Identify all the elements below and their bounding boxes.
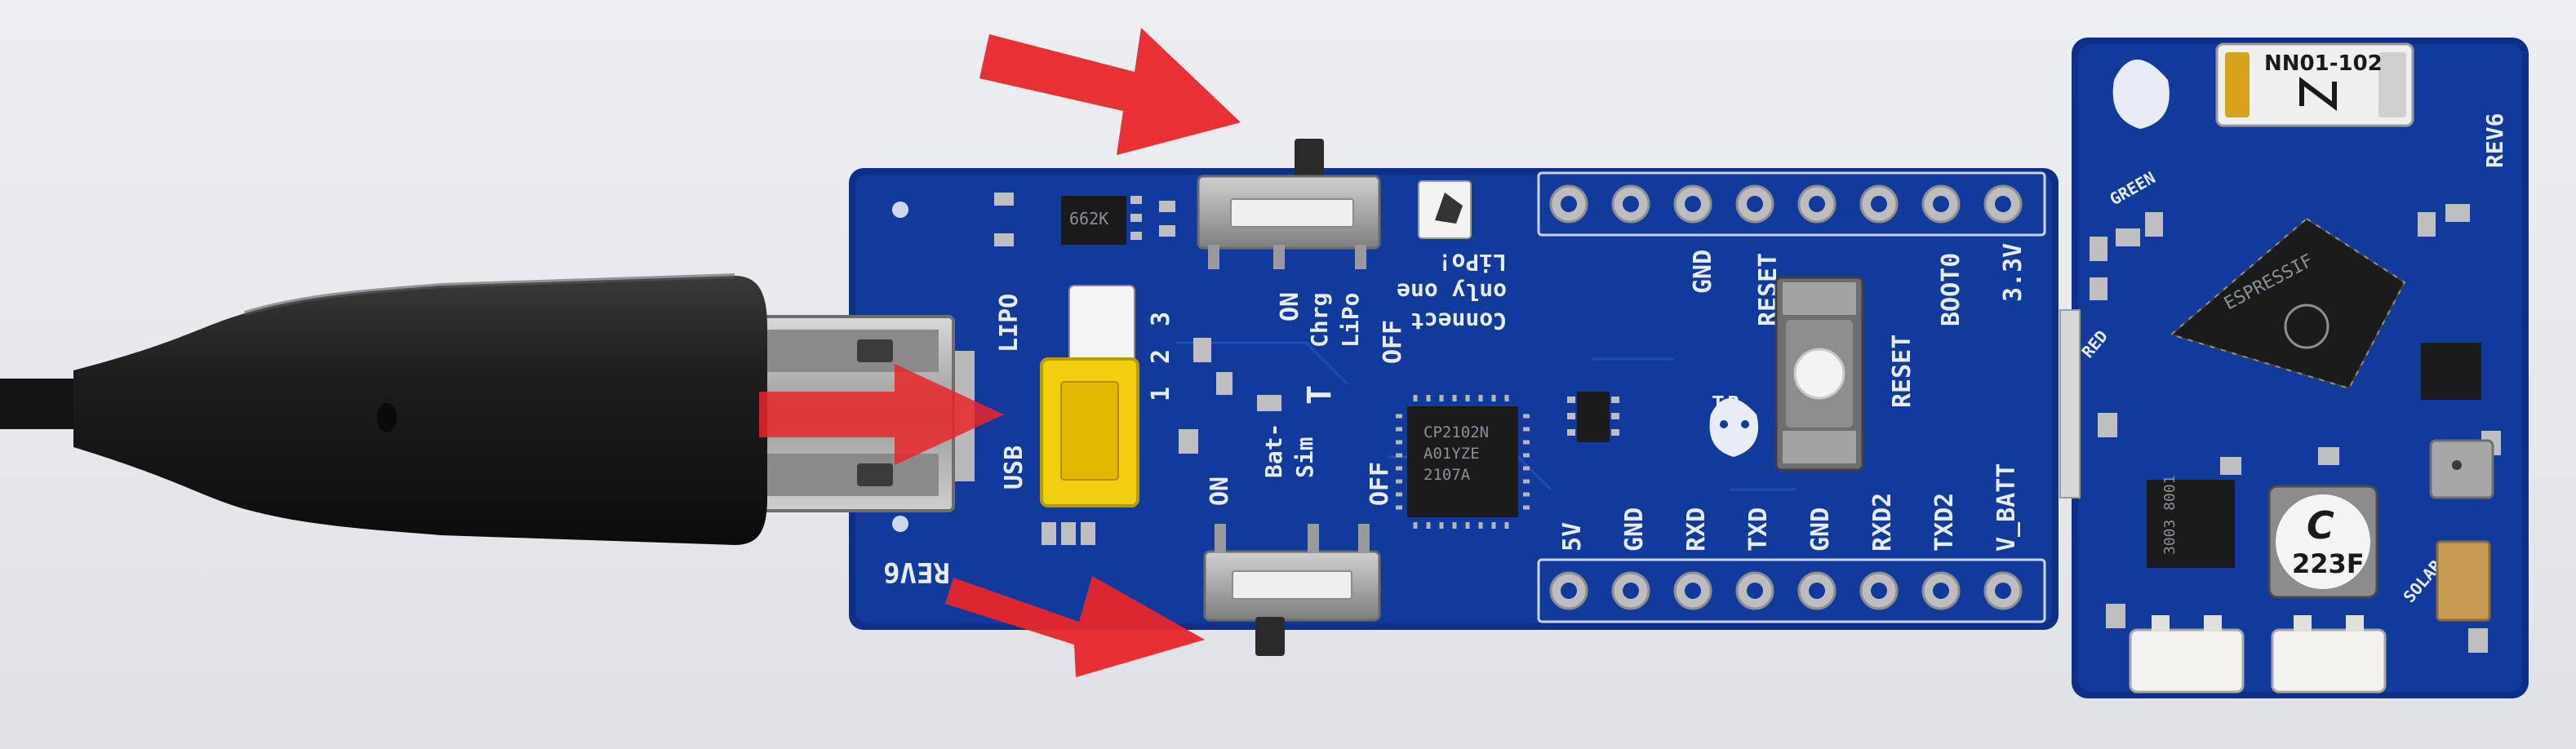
battery-switch-lever[interactable] <box>1255 617 1285 656</box>
pin-label-v-batt: V_BATT <box>1992 463 2021 552</box>
battery-switch-on: ON <box>1206 476 1234 506</box>
tantalum-cap <box>2436 540 2491 622</box>
mounting-hole <box>892 202 908 218</box>
module-rev-label: REV6 <box>2481 113 2508 168</box>
jumper-label-lipo: LIPO <box>995 294 1024 352</box>
pin-label-boot0: BOOT0 <box>1937 253 1965 326</box>
supercap-symbol: C <box>2307 503 2334 547</box>
charge-switch-off: OFF <box>1379 320 1407 364</box>
annotation-arrow-top <box>979 28 1241 155</box>
pmic-chip-mark: 3003 8001 <box>2161 475 2178 555</box>
sensor-module-pcb: NN01-102 REV6 GREEN RED SOLAR ESPRESSIF <box>2059 38 2529 698</box>
battery-switch-label-1: Bat- <box>1260 423 1287 478</box>
pin-label-rxd: RXD <box>1682 507 1711 552</box>
photo-scene: GND RESET BOOT0 3.3V 5V GND RXD TXD GND … <box>0 28 2529 698</box>
battery-switch-label-2: Sim <box>1291 437 1318 478</box>
jumper-pin-3: 3 <box>1147 312 1175 326</box>
usb-cable <box>0 273 767 545</box>
usb-chip-line2: A01YZE <box>1423 445 1480 463</box>
pin-label-txd: TXD <box>1744 507 1773 552</box>
environment-sensor <box>2429 439 2494 499</box>
pin-label-rxd2: RXD2 <box>1868 493 1897 552</box>
usb-uart-chip: CP2102N A01YZE 2107A <box>1396 395 1530 529</box>
supercapacitor: C 223F <box>2267 485 2378 599</box>
module-pmic-chip: 3003 8001 <box>2147 475 2235 568</box>
jumper-label-usb: USB <box>1000 445 1028 490</box>
charge-switch-label-1: Chrg <box>1306 293 1333 348</box>
reset-button[interactable] <box>1774 276 1864 472</box>
pin-label-3v3: 3.3V <box>1999 243 2027 302</box>
usb-chip-line1: CP2102N <box>1423 423 1489 441</box>
jumper-pin-2: 2 <box>1147 349 1175 364</box>
small-t-mark: T <box>1301 385 1339 405</box>
note-line-2: only one <box>1397 278 1507 305</box>
usb-chip-line3: 2107A <box>1423 466 1471 484</box>
note-line-1: Connect <box>1410 308 1507 335</box>
battery-switch-off: OFF <box>1366 462 1394 506</box>
pin-label-gnd-top: GND <box>1689 250 1717 294</box>
mounting-hole <box>892 516 908 532</box>
charge-switch-on: ON <box>1276 292 1304 321</box>
jumper-base <box>1068 285 1135 368</box>
charge-switch-label-2: LiPo <box>1337 293 1364 348</box>
logo-text: T.R. <box>1712 392 1747 412</box>
supercap-mark: 223F <box>2292 548 2365 579</box>
pin-label-gnd-1: GND <box>1620 507 1649 552</box>
regulator-mark: 662K <box>1069 209 1108 228</box>
gas-sensor: NN01-102 <box>2215 42 2414 127</box>
pin-label-5v: 5V <box>1558 522 1587 552</box>
reset-button-label: RESET <box>1888 335 1916 408</box>
pin-label-txd2: TXD2 <box>1930 493 1959 552</box>
gas-sensor-mark: NN01-102 <box>2264 51 2383 76</box>
small-ic <box>1577 392 1610 442</box>
module-header-strip <box>2059 309 2081 499</box>
charge-switch-lever[interactable] <box>1295 139 1324 181</box>
jumper-pin-1: 1 <box>1147 387 1175 401</box>
note-line-3: LiPo! <box>1438 249 1507 276</box>
main-rev-label: REV6 <box>883 556 950 588</box>
module-small-chip <box>2421 343 2481 400</box>
pin-label-gnd-2: GND <box>1806 507 1835 552</box>
